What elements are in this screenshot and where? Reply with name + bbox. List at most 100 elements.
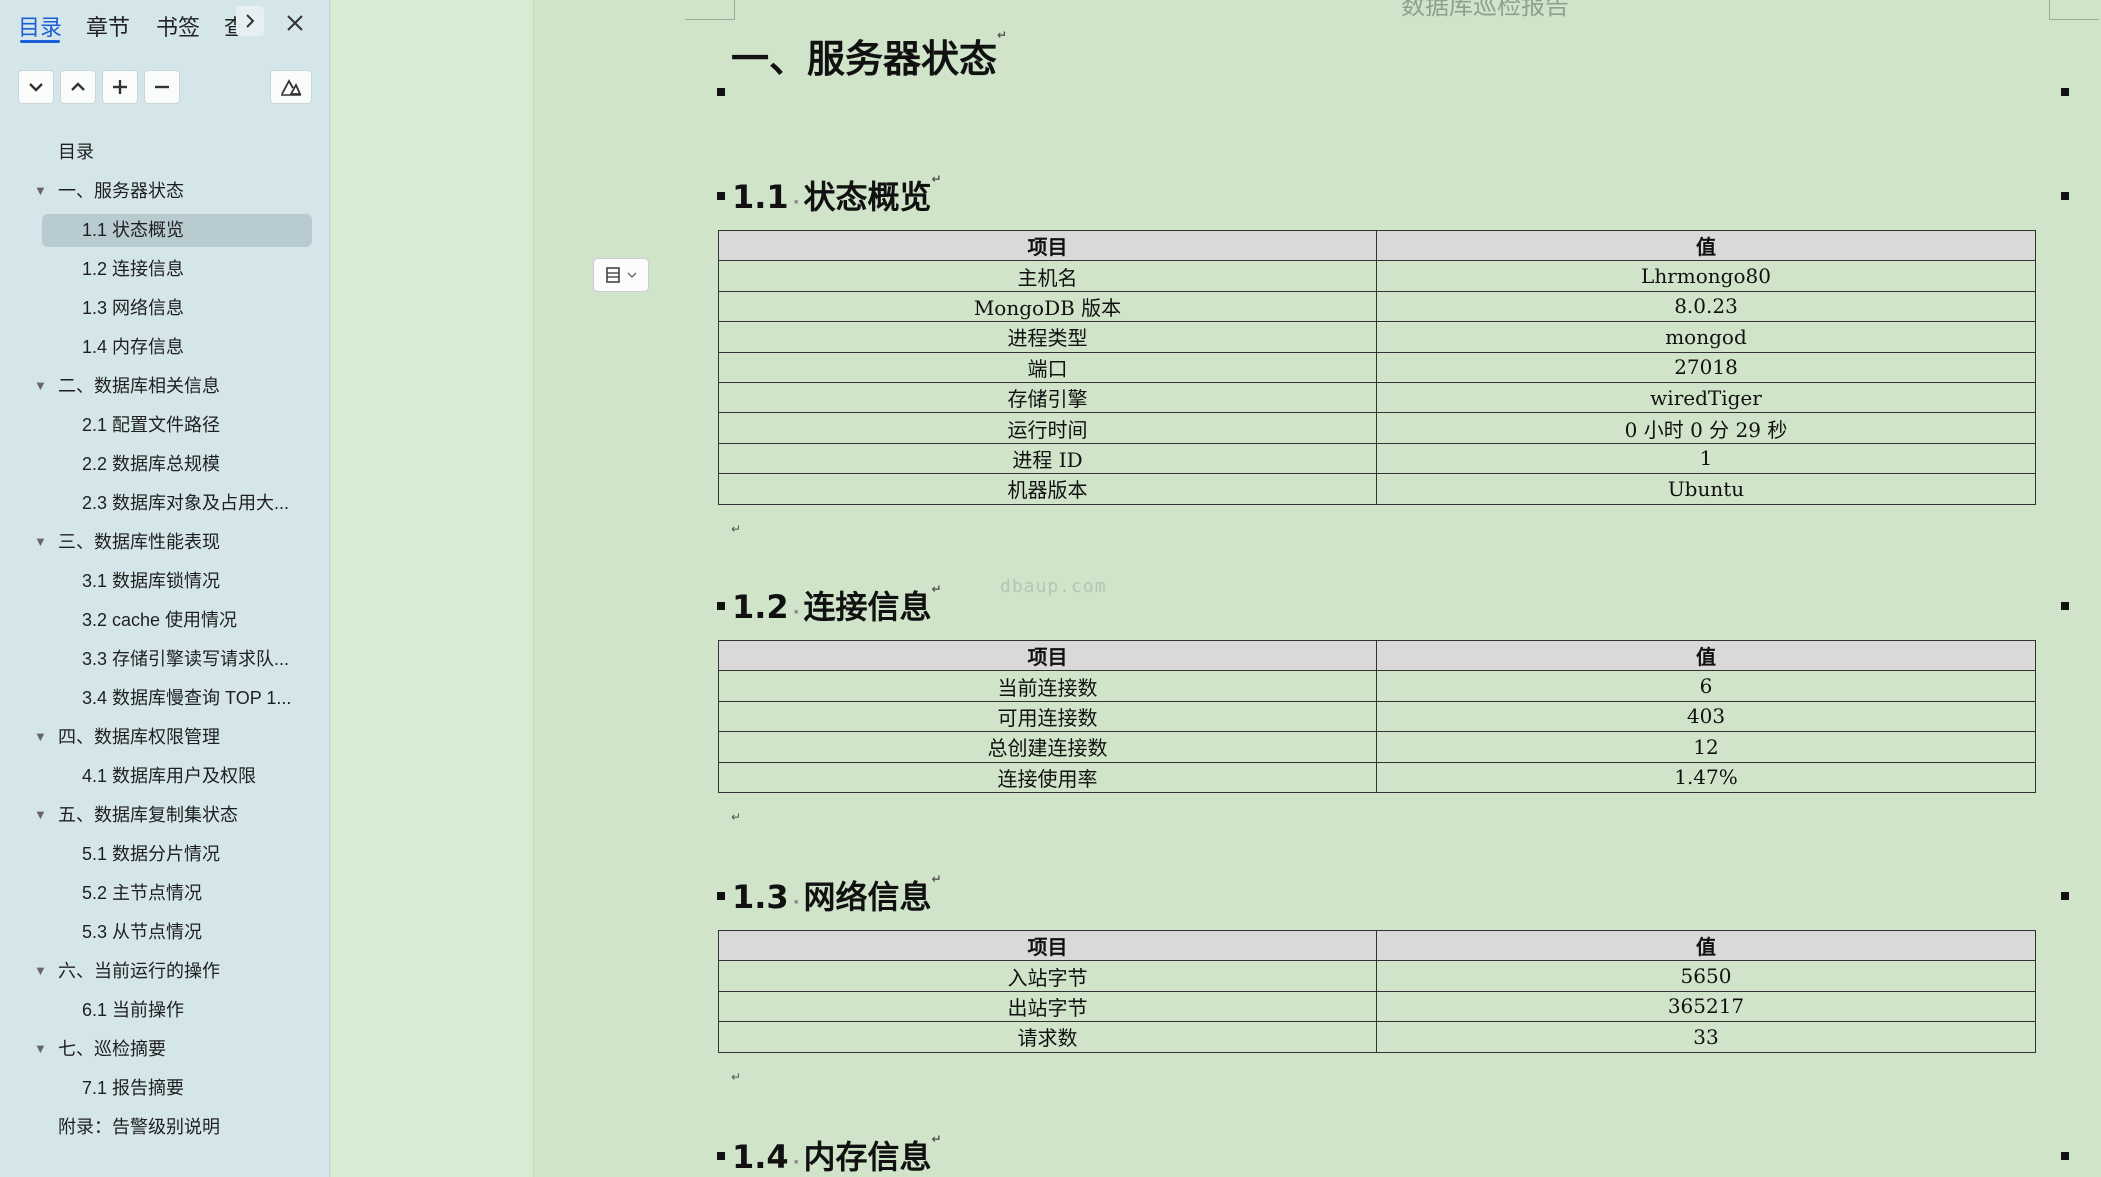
expand-caret-icon[interactable]: ▼ — [34, 719, 47, 755]
toc-item[interactable]: 1.3 网络信息 — [0, 290, 330, 326]
tab-chapters[interactable]: 章节 — [86, 10, 130, 42]
table-value-cell[interactable]: 403 — [1376, 700, 2036, 733]
table-header-row: 项目值 — [718, 929, 2036, 962]
toc-item[interactable]: ▼ 四、数据库权限管理 — [0, 719, 330, 755]
close-icon[interactable] — [280, 8, 310, 38]
nav-tabs: 目录 章节 书签 查 — [0, 0, 330, 48]
table-header-cell[interactable]: 项目 — [718, 229, 1377, 262]
toc-item[interactable]: 6.1 当前操作 — [0, 992, 330, 1028]
chevron-down-icon[interactable] — [18, 70, 54, 104]
table-key-cell[interactable]: 可用连接数 — [718, 700, 1377, 733]
table-key-cell[interactable]: 运行时间 — [718, 412, 1377, 444]
toc-item[interactable]: 5.2 主节点情况 — [0, 875, 330, 911]
toc-item[interactable]: 3.4 数据库慢查询 TOP 1... — [0, 680, 330, 716]
table-header-cell[interactable]: 值 — [1376, 929, 2036, 962]
table-key-cell[interactable]: 入站字节 — [718, 960, 1377, 992]
heading-number: 1.1 — [732, 178, 789, 216]
table-value-cell[interactable]: 12 — [1376, 731, 2036, 763]
toc-item-label: 7.1 报告摘要 — [82, 1078, 185, 1098]
toc-item[interactable]: 5.1 数据分片情况 — [0, 836, 330, 872]
table-key-cell[interactable]: 出站字节 — [718, 990, 1377, 1023]
table-header-cell[interactable]: 项目 — [718, 639, 1377, 672]
heading-2[interactable]: 1.4 · 内存信息 ↵ — [732, 1132, 942, 1177]
chevron-up-icon[interactable] — [60, 70, 96, 104]
table-value-cell[interactable]: 1.47% — [1376, 761, 2036, 793]
toc-item[interactable]: ▼ 二、数据库相关信息 — [0, 368, 330, 404]
paragraph-mark — [2061, 192, 2069, 200]
toc-item[interactable]: 1.4 内存信息 — [0, 329, 330, 365]
toc-item[interactable]: 1.2 连接信息 — [0, 251, 330, 287]
chevron-right-icon[interactable] — [236, 6, 264, 36]
heading-2[interactable]: 1.3 · 网络信息 ↵ — [732, 872, 942, 918]
minus-icon[interactable] — [144, 70, 180, 104]
table-value-cell[interactable]: 1 — [1376, 442, 2036, 475]
table-value-cell[interactable]: 6 — [1376, 670, 2036, 702]
table-row: 请求数 33 — [718, 1021, 2036, 1053]
table-header-cell[interactable]: 项目 — [718, 929, 1377, 962]
space-mark: · — [792, 1152, 800, 1173]
toc-item-label: 4.1 数据库用户及权限 — [82, 766, 257, 786]
heading-2[interactable]: 1.2 · 连接信息 ↵ — [732, 582, 942, 628]
table-row: 入站字节 5650 — [718, 960, 2036, 992]
toc-item[interactable]: ▼ 一、服务器状态 — [0, 173, 330, 209]
toc-item[interactable]: 2.3 数据库对象及占用大... — [0, 485, 330, 521]
table-header-cell[interactable]: 值 — [1376, 229, 2036, 262]
toc-item-label: 1.3 网络信息 — [82, 298, 185, 318]
toc-item[interactable]: ▼ 五、数据库复制集状态 — [0, 797, 330, 833]
table-row: 可用连接数 403 — [718, 700, 2036, 733]
table-value-cell[interactable]: 5650 — [1376, 960, 2036, 992]
toc-item[interactable]: ▼ 三、数据库性能表现 — [0, 524, 330, 560]
expand-caret-icon[interactable]: ▼ — [34, 368, 47, 404]
expand-caret-icon[interactable]: ▼ — [34, 953, 47, 989]
expand-caret-icon[interactable]: ▼ — [34, 524, 47, 560]
tab-bookmarks[interactable]: 书签 — [156, 10, 200, 42]
table-key-cell[interactable]: 存储引擎 — [718, 381, 1377, 414]
table-key-cell[interactable]: 当前连接数 — [718, 670, 1377, 702]
table-key-cell[interactable]: 连接使用率 — [718, 761, 1377, 793]
toc-item[interactable]: 附录：告警级别说明 — [0, 1109, 330, 1145]
table-header-cell[interactable]: 值 — [1376, 639, 2036, 672]
table-value-cell[interactable]: 27018 — [1376, 351, 2036, 383]
heading-1[interactable]: 一、服务器状态 ↵ — [731, 28, 1007, 83]
table-key-cell[interactable]: MongoDB 版本 — [718, 290, 1377, 323]
table-key-cell[interactable]: 总创建连接数 — [718, 731, 1377, 763]
table-row: 进程类型 mongod — [718, 321, 2036, 353]
toc-item[interactable]: 4.1 数据库用户及权限 — [0, 758, 330, 794]
table-key-cell[interactable]: 进程 ID — [718, 442, 1377, 475]
paragraph-mark — [2061, 892, 2069, 900]
toc-item[interactable]: 5.3 从节点情况 — [0, 914, 330, 950]
toc-item[interactable]: 3.3 存储引擎读写请求队... — [0, 641, 330, 677]
table-value-cell[interactable]: 33 — [1376, 1021, 2036, 1053]
page-header: 数据库巡检报告 — [1401, 0, 1569, 20]
heading-2[interactable]: 1.1 · 状态概览 ↵ — [732, 172, 942, 218]
table-value-cell[interactable]: 8.0.23 — [1376, 290, 2036, 323]
table-menu-button[interactable] — [593, 258, 649, 292]
toc-item[interactable]: 2.1 配置文件路径 — [0, 407, 330, 443]
table-key-cell[interactable]: 请求数 — [718, 1021, 1377, 1053]
table-value-cell[interactable]: mongod — [1376, 321, 2036, 353]
toc-item[interactable]: 7.1 报告摘要 — [0, 1070, 330, 1106]
table-key-cell[interactable]: 机器版本 — [718, 473, 1377, 505]
table-key-cell[interactable]: 进程类型 — [718, 321, 1377, 353]
table-value-cell[interactable]: Ubuntu — [1376, 473, 2036, 505]
table-key-cell[interactable]: 端口 — [718, 351, 1377, 383]
toc-item[interactable]: 3.1 数据库锁情况 — [0, 563, 330, 599]
table-value-cell[interactable]: 365217 — [1376, 990, 2036, 1023]
toc-item[interactable]: 目录 — [0, 134, 330, 170]
toc-item[interactable]: 3.2 cache 使用情况 — [0, 602, 330, 638]
expand-caret-icon[interactable]: ▼ — [34, 173, 47, 209]
toc-item[interactable]: ▼ 七、巡检摘要 — [0, 1031, 330, 1067]
toc-item[interactable]: ▼ 六、当前运行的操作 — [0, 953, 330, 989]
table-value-cell[interactable]: 0 小时 0 分 29 秒 — [1376, 412, 2036, 444]
toc-item[interactable]: 1.1 状态概览 — [0, 212, 330, 248]
outline-edit-icon[interactable] — [270, 70, 312, 104]
expand-caret-icon[interactable]: ▼ — [34, 797, 47, 833]
toc-item[interactable]: 2.2 数据库总规模 — [0, 446, 330, 482]
plus-icon[interactable] — [102, 70, 138, 104]
table-value-cell[interactable]: Lhrmongo80 — [1376, 260, 2036, 292]
expand-caret-icon[interactable]: ▼ — [34, 1031, 47, 1067]
tab-toc[interactable]: 目录 — [18, 10, 62, 42]
paragraph-mark — [717, 602, 725, 610]
table-value-cell[interactable]: wiredTiger — [1376, 381, 2036, 414]
table-key-cell[interactable]: 主机名 — [718, 260, 1377, 292]
